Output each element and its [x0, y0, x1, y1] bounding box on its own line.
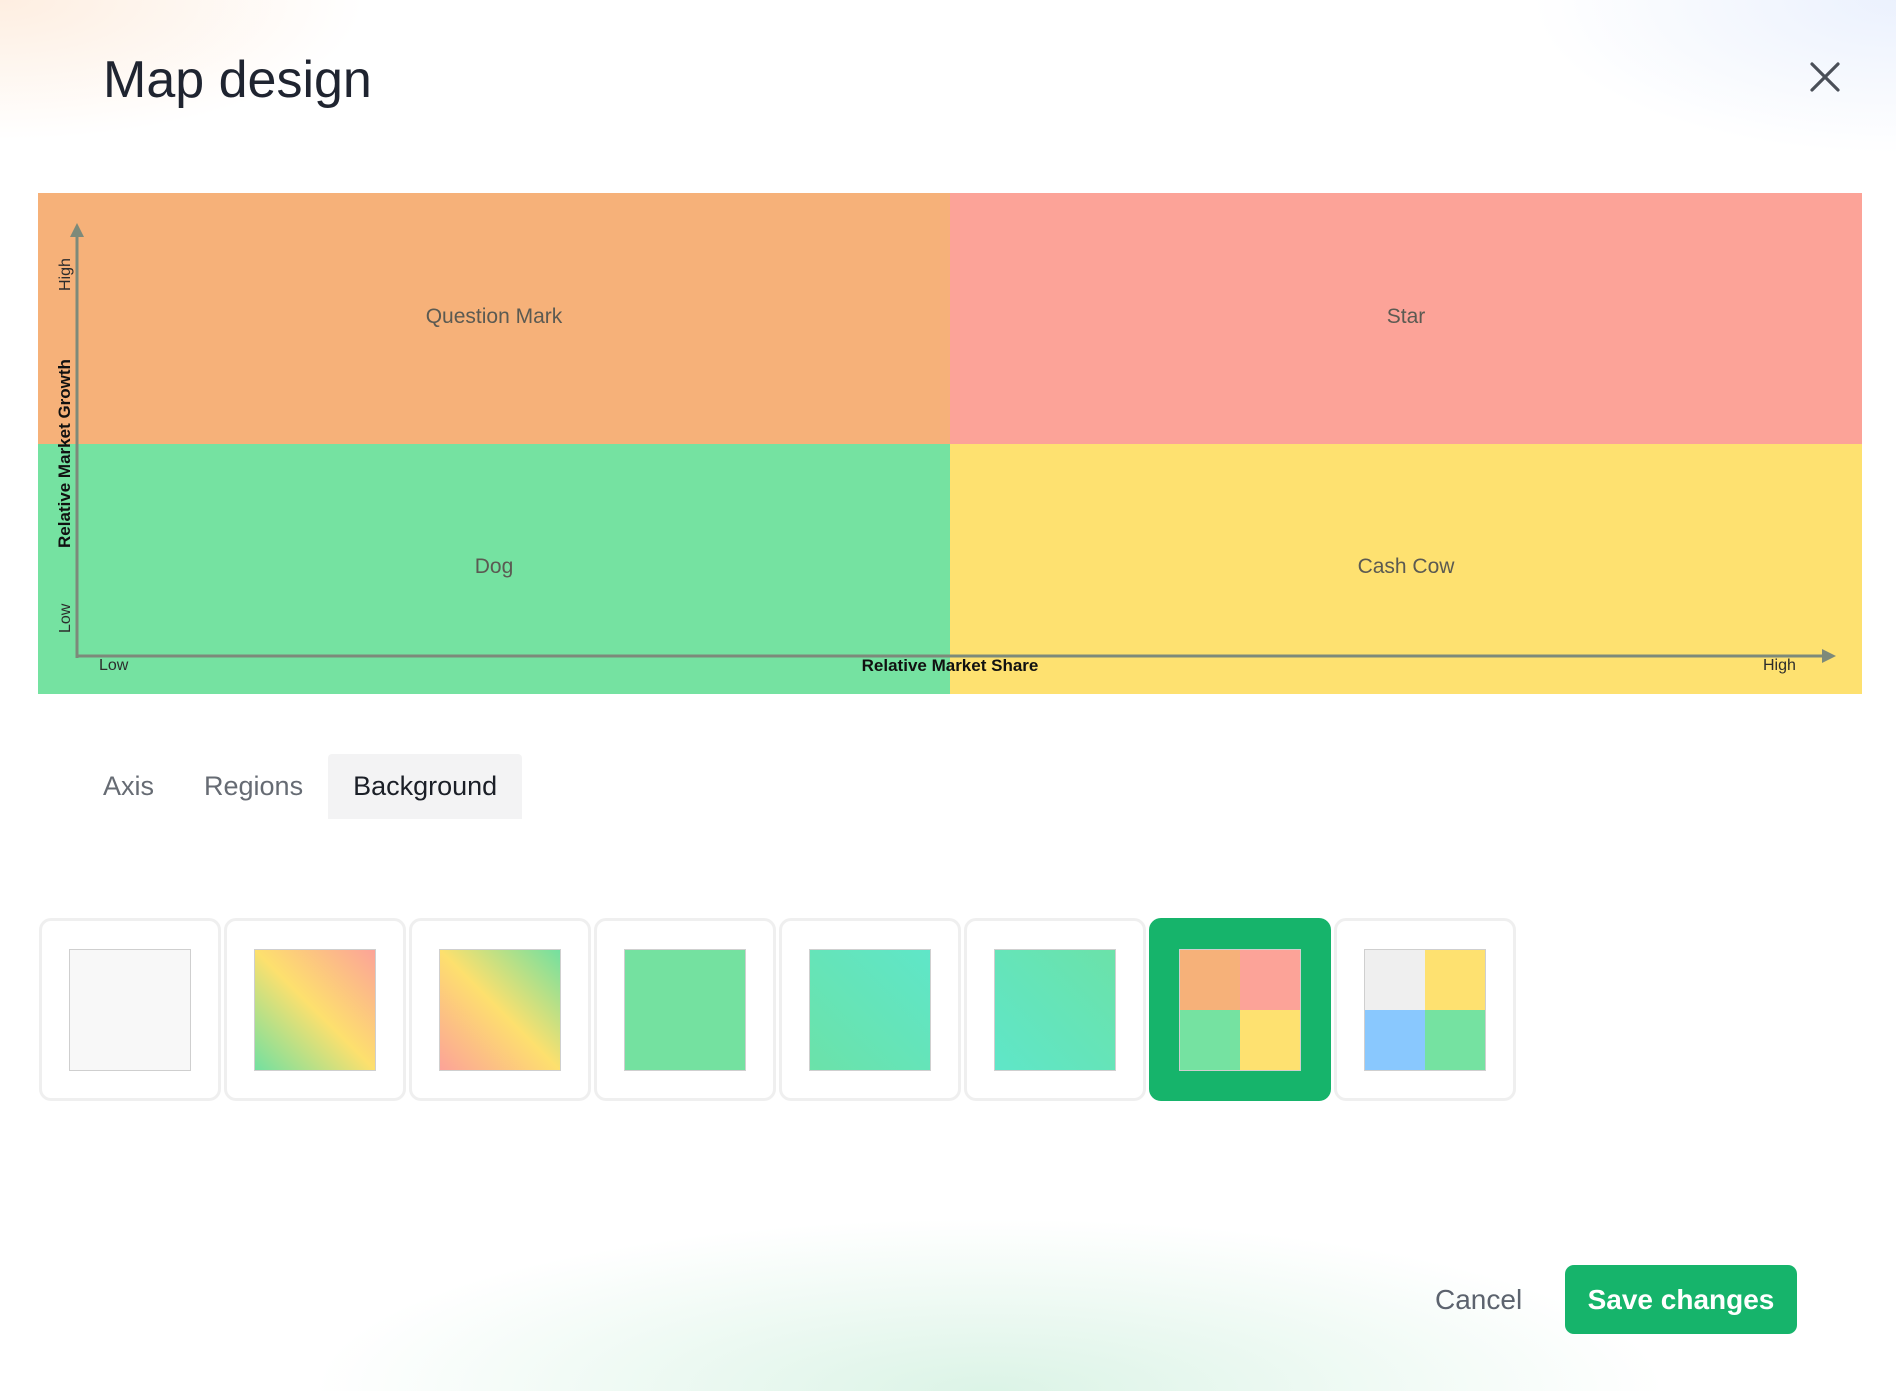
background-swatch-5[interactable]: [779, 918, 961, 1101]
background-swatch-4[interactable]: [594, 918, 776, 1101]
background-swatch-7[interactable]: [1149, 918, 1331, 1101]
swatch-preview: [439, 948, 561, 1071]
tab-axis[interactable]: Axis: [78, 754, 179, 819]
close-icon: [1810, 62, 1840, 92]
tab-regions[interactable]: Regions: [179, 754, 328, 819]
swatch-preview: [1364, 948, 1486, 1071]
quadrant-dog: Dog: [38, 444, 950, 694]
background-swatch-3[interactable]: [409, 918, 591, 1101]
swatch-preview: [69, 948, 191, 1071]
x-axis-title: Relative Market Share: [861, 656, 1039, 675]
y-axis-low-label: Low: [57, 603, 74, 633]
x-axis-high-label: High: [1763, 657, 1796, 674]
quadrant-cash-cow: Cash Cow: [950, 444, 1862, 694]
quadrant-label: Cash Cow: [1357, 555, 1455, 578]
background-options: [39, 918, 1519, 1101]
swatch-preview: [254, 948, 376, 1071]
quadrant-question-mark: Question Mark: [38, 193, 950, 444]
swatch-quadrant: [1180, 949, 1240, 1010]
quadrant-star: Star: [950, 193, 1862, 444]
tab-background[interactable]: Background: [328, 754, 523, 819]
background-swatch-6[interactable]: [964, 918, 1146, 1101]
y-axis-title: Relative Market Growth: [55, 359, 74, 548]
swatch-quadrant: [1240, 949, 1300, 1010]
swatch-preview: [1179, 948, 1301, 1071]
swatch-quadrant: [1240, 1009, 1300, 1070]
swatch-preview: [624, 948, 746, 1071]
background-swatch-8[interactable]: [1334, 918, 1516, 1101]
background-swatch-2[interactable]: [224, 918, 406, 1101]
dialog-title: Map design: [103, 51, 372, 109]
quadrant-label: Dog: [474, 555, 514, 578]
y-axis-high-label: High: [57, 258, 74, 291]
map-preview: Question Mark Star Dog Cash Cow Low Rela…: [38, 193, 1862, 694]
swatch-quadrant: [1365, 1009, 1425, 1070]
close-button[interactable]: [1800, 52, 1850, 102]
save-changes-button[interactable]: Save changes: [1565, 1265, 1797, 1334]
swatch-quadrant: [1425, 949, 1485, 1010]
swatch-preview: [809, 948, 931, 1071]
background-swatch-1[interactable]: [39, 918, 221, 1101]
swatch-preview: [994, 948, 1116, 1071]
map-design-dialog: Map design Question Mark Star Dog Cash C…: [0, 0, 1896, 1391]
quadrant-label: Star: [1386, 304, 1426, 328]
x-axis-low-label: Low: [99, 657, 129, 674]
quadrant-label: Question Mark: [425, 304, 563, 328]
swatch-quadrant: [1365, 949, 1425, 1010]
design-tabs: Axis Regions Background: [78, 754, 523, 819]
swatch-quadrant: [1180, 1009, 1240, 1070]
cancel-button[interactable]: Cancel: [1415, 1270, 1542, 1330]
swatch-quadrant: [1425, 1009, 1485, 1070]
